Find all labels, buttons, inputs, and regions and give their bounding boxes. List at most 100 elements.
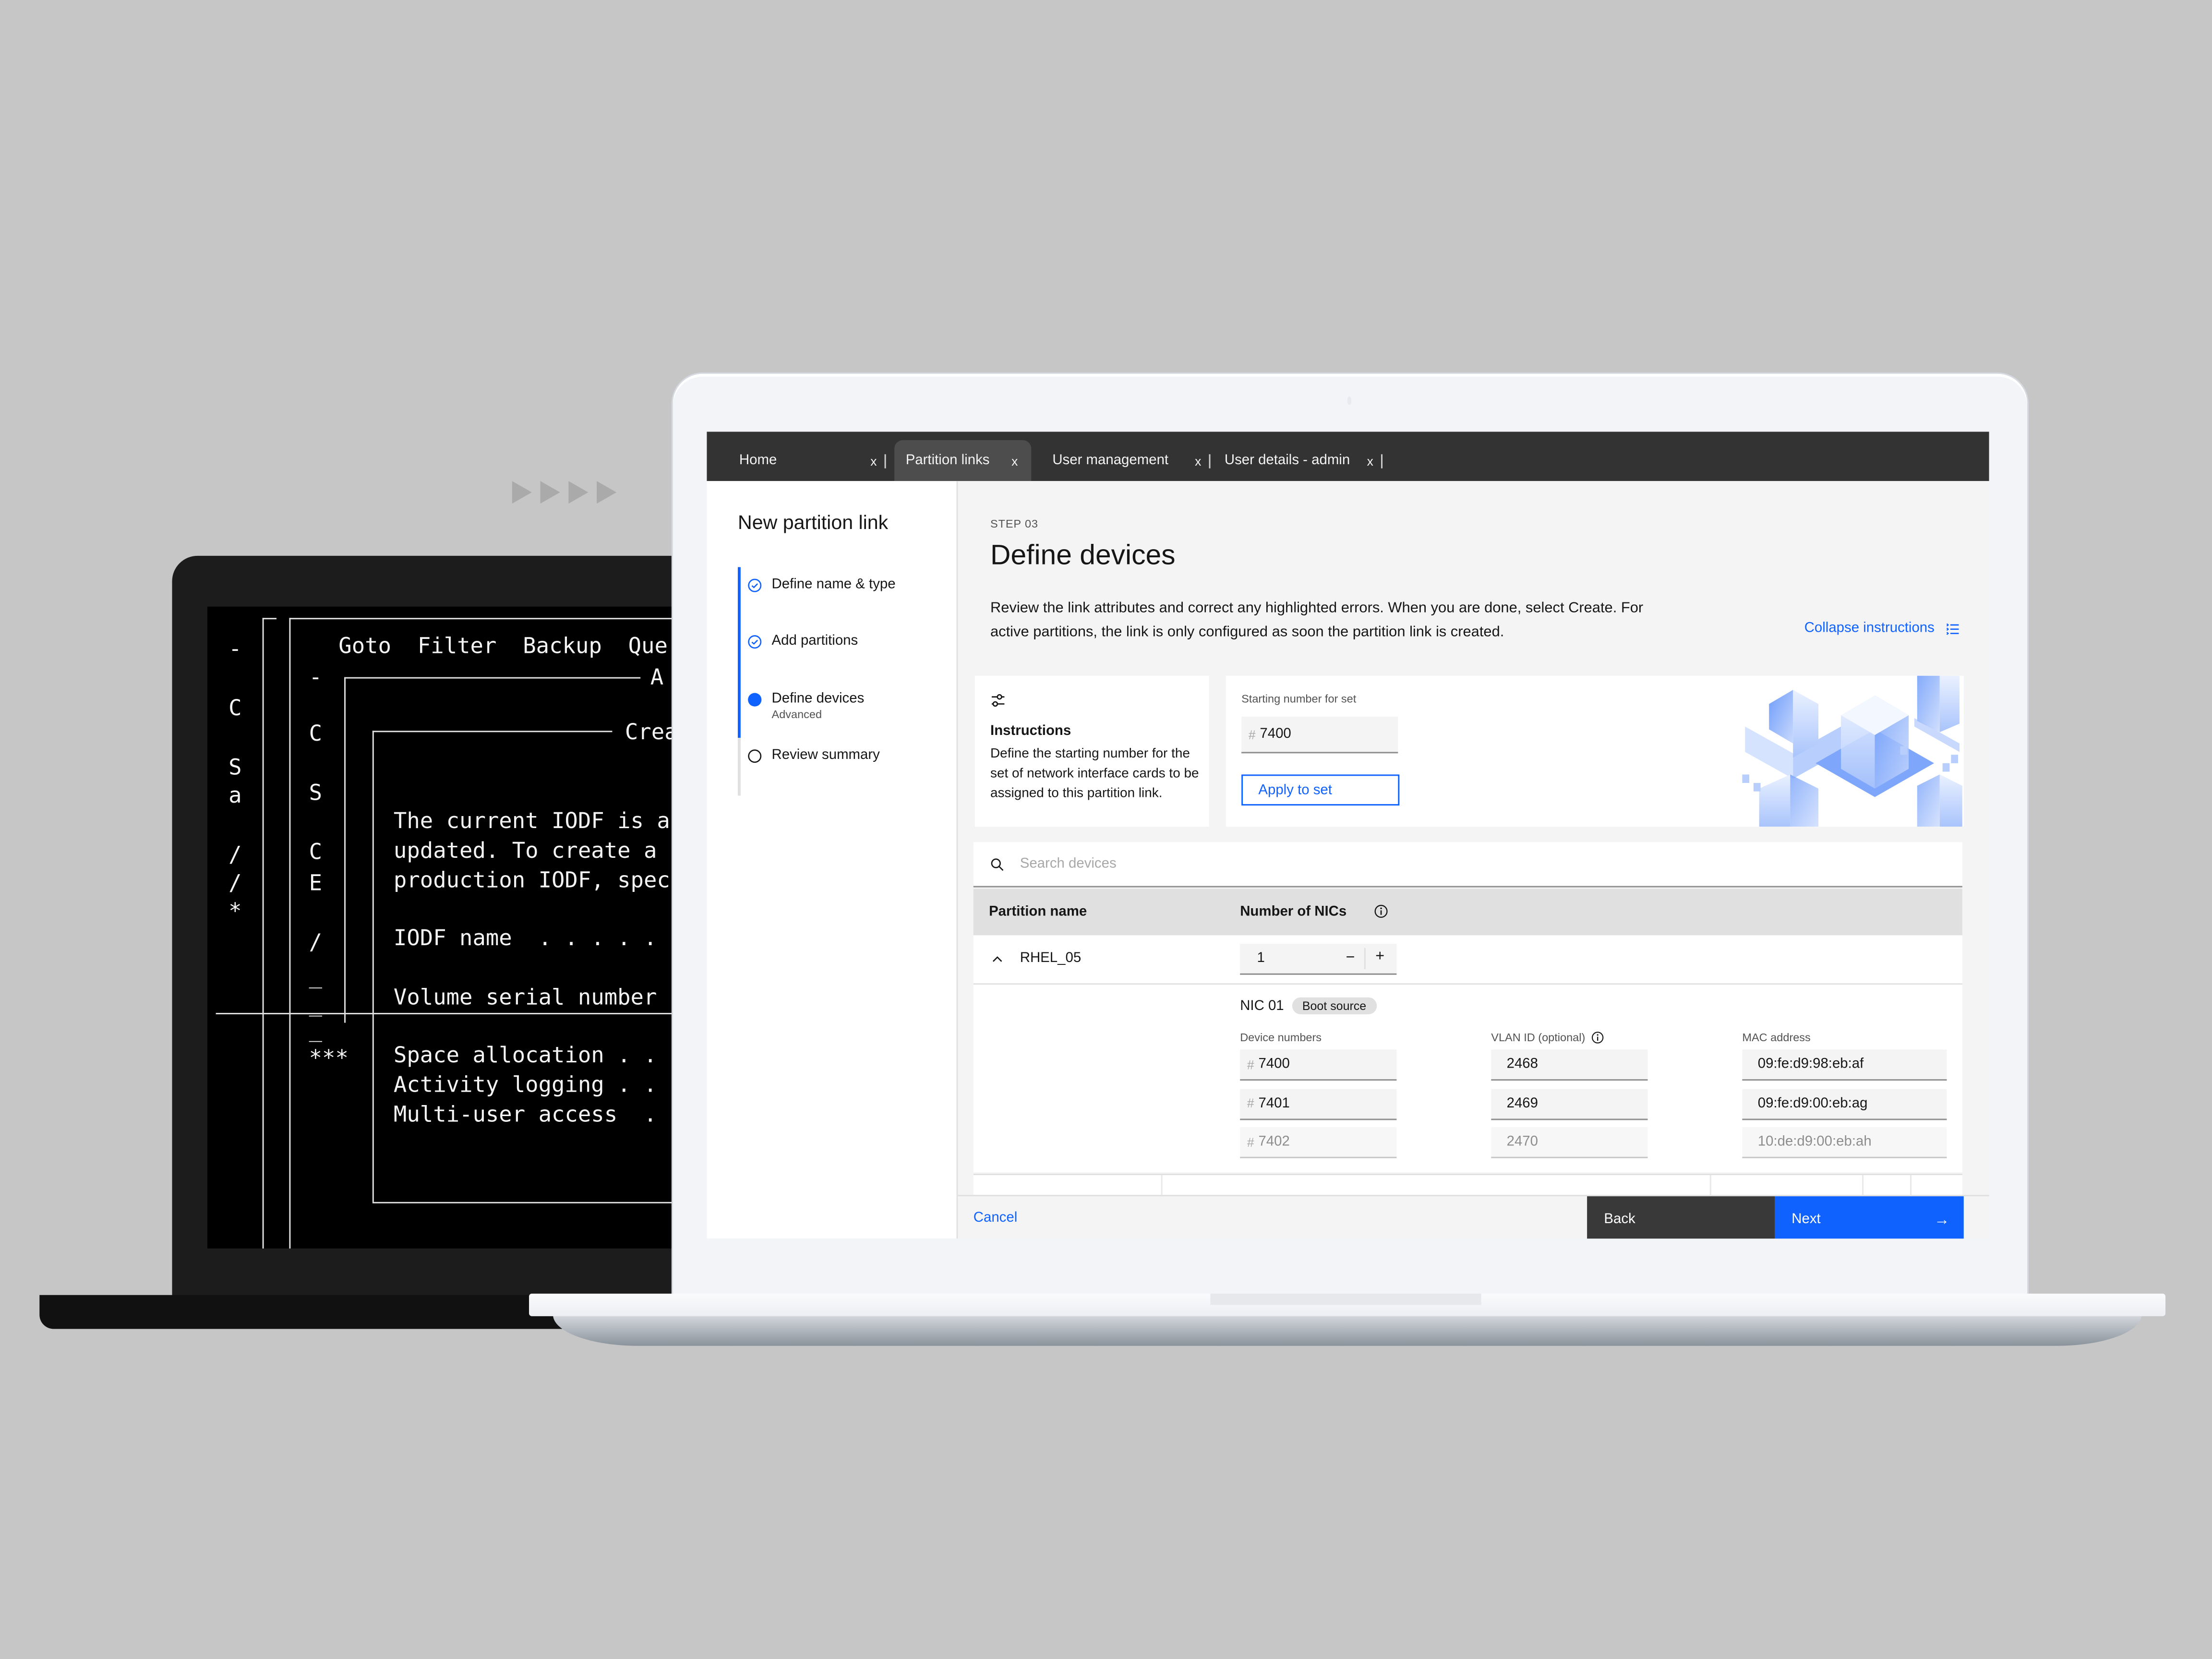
column-header-number-of-nics[interactable]: Number of NICs [1240, 904, 1346, 920]
device-number-input-value: 7402 [1258, 1134, 1290, 1150]
cancel-button[interactable]: Cancel [974, 1196, 1018, 1238]
starting-number-card: Starting number for set # 7400 Apply to … [1226, 675, 1964, 827]
camera-icon [1347, 396, 1352, 405]
device-number-input[interactable]: #7400 [1240, 1049, 1397, 1081]
close-icon[interactable]: x [1195, 454, 1201, 468]
nic-heading: NIC 01 Boot source [1240, 997, 1376, 1014]
number-of-nics-stepper[interactable]: 1 − + [1240, 944, 1397, 975]
marketing-composition: Goto Filter Backup Que A Crea - C Sa / / * -C… [0, 0, 2212, 1659]
close-icon[interactable]: x [1367, 454, 1373, 468]
tab-user-management[interactable]: User management x [1040, 440, 1211, 481]
device-number-input[interactable]: #7401 [1240, 1088, 1397, 1119]
tab-label: User management [1052, 453, 1169, 469]
terminal-char: S [309, 780, 323, 806]
tab-user-details-admin[interactable]: User details - admin x [1212, 440, 1386, 481]
tab-label: User details - admin [1224, 453, 1350, 469]
mac-address-input-value: 10:de:d9:00:eb:ah [1757, 1134, 1872, 1150]
terminal-char: _ [309, 1017, 323, 1043]
step-label: Define devices [771, 691, 865, 707]
current-step-dot-icon [748, 693, 762, 707]
search-icon [991, 857, 1004, 870]
vlan-id-input[interactable]: 2469 [1491, 1088, 1648, 1119]
app-window: Home x Partition links x User management… [707, 432, 1989, 1239]
terminal-text-line: Volume serial number [393, 984, 657, 1010]
step-label: Review summary [771, 747, 880, 763]
chevron-up-icon[interactable] [992, 954, 1003, 965]
terminal-char: / [228, 842, 242, 868]
terminal-char: E [309, 870, 323, 896]
step-label: Add partitions [771, 633, 858, 649]
increment-button[interactable]: + [1375, 948, 1384, 965]
close-icon[interactable]: x [870, 454, 877, 468]
progress-step-define-devices[interactable]: Define devices Advanced [748, 691, 865, 721]
tab-home[interactable]: Home x [724, 440, 890, 481]
wizard-progress-panel: New partition link Define name & type Ad… [707, 481, 958, 1239]
apply-to-set-button[interactable]: Apply to set [1241, 774, 1400, 806]
column-header-partition-name[interactable]: Partition name [989, 904, 1087, 920]
vlan-id-input-value: 2469 [1506, 1095, 1539, 1111]
list-collapse-icon [1947, 623, 1960, 635]
terminal-char: C [309, 839, 323, 865]
terminal-dialog-title: Crea [625, 719, 678, 745]
hash-prefix: # [1248, 727, 1256, 742]
progress-line-incomplete [737, 737, 741, 796]
terminal-border [262, 618, 277, 620]
collapse-instructions-label: Collapse instructions [1804, 621, 1935, 637]
progress-step-add-partitions[interactable]: Add partitions [748, 634, 858, 649]
tab-separator [1209, 453, 1211, 468]
instructions-body: Define the starting number for the set o… [990, 746, 1199, 802]
tab-label: Partition links [905, 453, 990, 469]
vlan-id-input[interactable]: 2468 [1491, 1049, 1648, 1081]
column-divider [1862, 1175, 1864, 1195]
decorative-arrows [512, 481, 617, 504]
terminal-text-line: updated. To create a [393, 838, 657, 863]
wizard-title: New partition link [737, 510, 889, 533]
terminal-char: C [309, 721, 323, 746]
vlan-id-input[interactable]: 2470 [1491, 1127, 1648, 1158]
mac-address-input-value: 09:fe:d9:00:eb:ag [1757, 1095, 1868, 1111]
device-number-input-value: 7400 [1258, 1057, 1290, 1072]
vlan-id-input-value: 2470 [1506, 1134, 1539, 1150]
info-icon[interactable] [1374, 904, 1388, 918]
search-devices-input[interactable]: Search devices [973, 842, 1962, 888]
device-numbers-label: Device numbers [1240, 1031, 1322, 1044]
close-icon[interactable]: x [1011, 454, 1018, 468]
terminal-border [372, 1202, 687, 1203]
column-divider [1910, 1175, 1912, 1195]
step-number: STEP 03 [990, 517, 1038, 530]
next-button-label: Next [1791, 1212, 1821, 1227]
terminal-char: / [228, 870, 242, 896]
info-icon[interactable] [1591, 1031, 1603, 1044]
terminal-cursor-line [216, 1013, 687, 1014]
settings-adjust-icon [991, 694, 1005, 707]
terminal-border [372, 731, 374, 1202]
table-row: RHEL_05 1 − + [973, 935, 1962, 985]
tab-partition-links[interactable]: Partition links x [894, 440, 1032, 481]
starting-number-input[interactable]: # 7400 [1241, 716, 1398, 754]
play-arrow-icon [568, 481, 589, 504]
next-button[interactable]: Next → [1774, 1196, 1964, 1239]
mac-address-input[interactable]: 10:de:d9:00:eb:ah [1742, 1127, 1947, 1158]
decrement-button[interactable]: − [1346, 950, 1355, 966]
collapse-instructions-link[interactable]: Collapse instructions [1804, 621, 1960, 636]
checkmark-circle-icon [748, 635, 762, 649]
page-title: Define devices [990, 540, 1176, 572]
progress-step-review-summary[interactable]: Review summary [748, 748, 880, 763]
device-number-input[interactable]: #7402 [1240, 1127, 1397, 1158]
vlan-id-label: VLAN ID (optional) [1491, 1031, 1603, 1044]
table-row-partial [973, 1174, 1962, 1195]
nic-details-panel: NIC 01 Boot source Device numbers VLAN ID… [973, 985, 1962, 1173]
vlan-id-input-value: 2468 [1506, 1057, 1539, 1072]
back-button[interactable]: Back [1587, 1196, 1775, 1239]
terminal-char: _ [309, 991, 323, 1017]
mac-address-input[interactable]: 09:fe:d9:98:eb:af [1742, 1049, 1947, 1081]
terminal-char: *** [309, 1045, 349, 1071]
mac-address-label: MAC address [1742, 1031, 1811, 1044]
step-label: Define name & type [771, 577, 896, 593]
mainframe-terminal-screen: Goto Filter Backup Que A Crea - C Sa / / * -C… [207, 606, 687, 1249]
terminal-char: * [228, 899, 242, 924]
mac-address-input[interactable]: 09:fe:d9:00:eb:ag [1742, 1088, 1947, 1119]
progress-step-define-name-type[interactable]: Define name & type [748, 577, 896, 592]
starting-number-label: Starting number for set [1241, 692, 1357, 706]
column-divider [1161, 1175, 1163, 1195]
